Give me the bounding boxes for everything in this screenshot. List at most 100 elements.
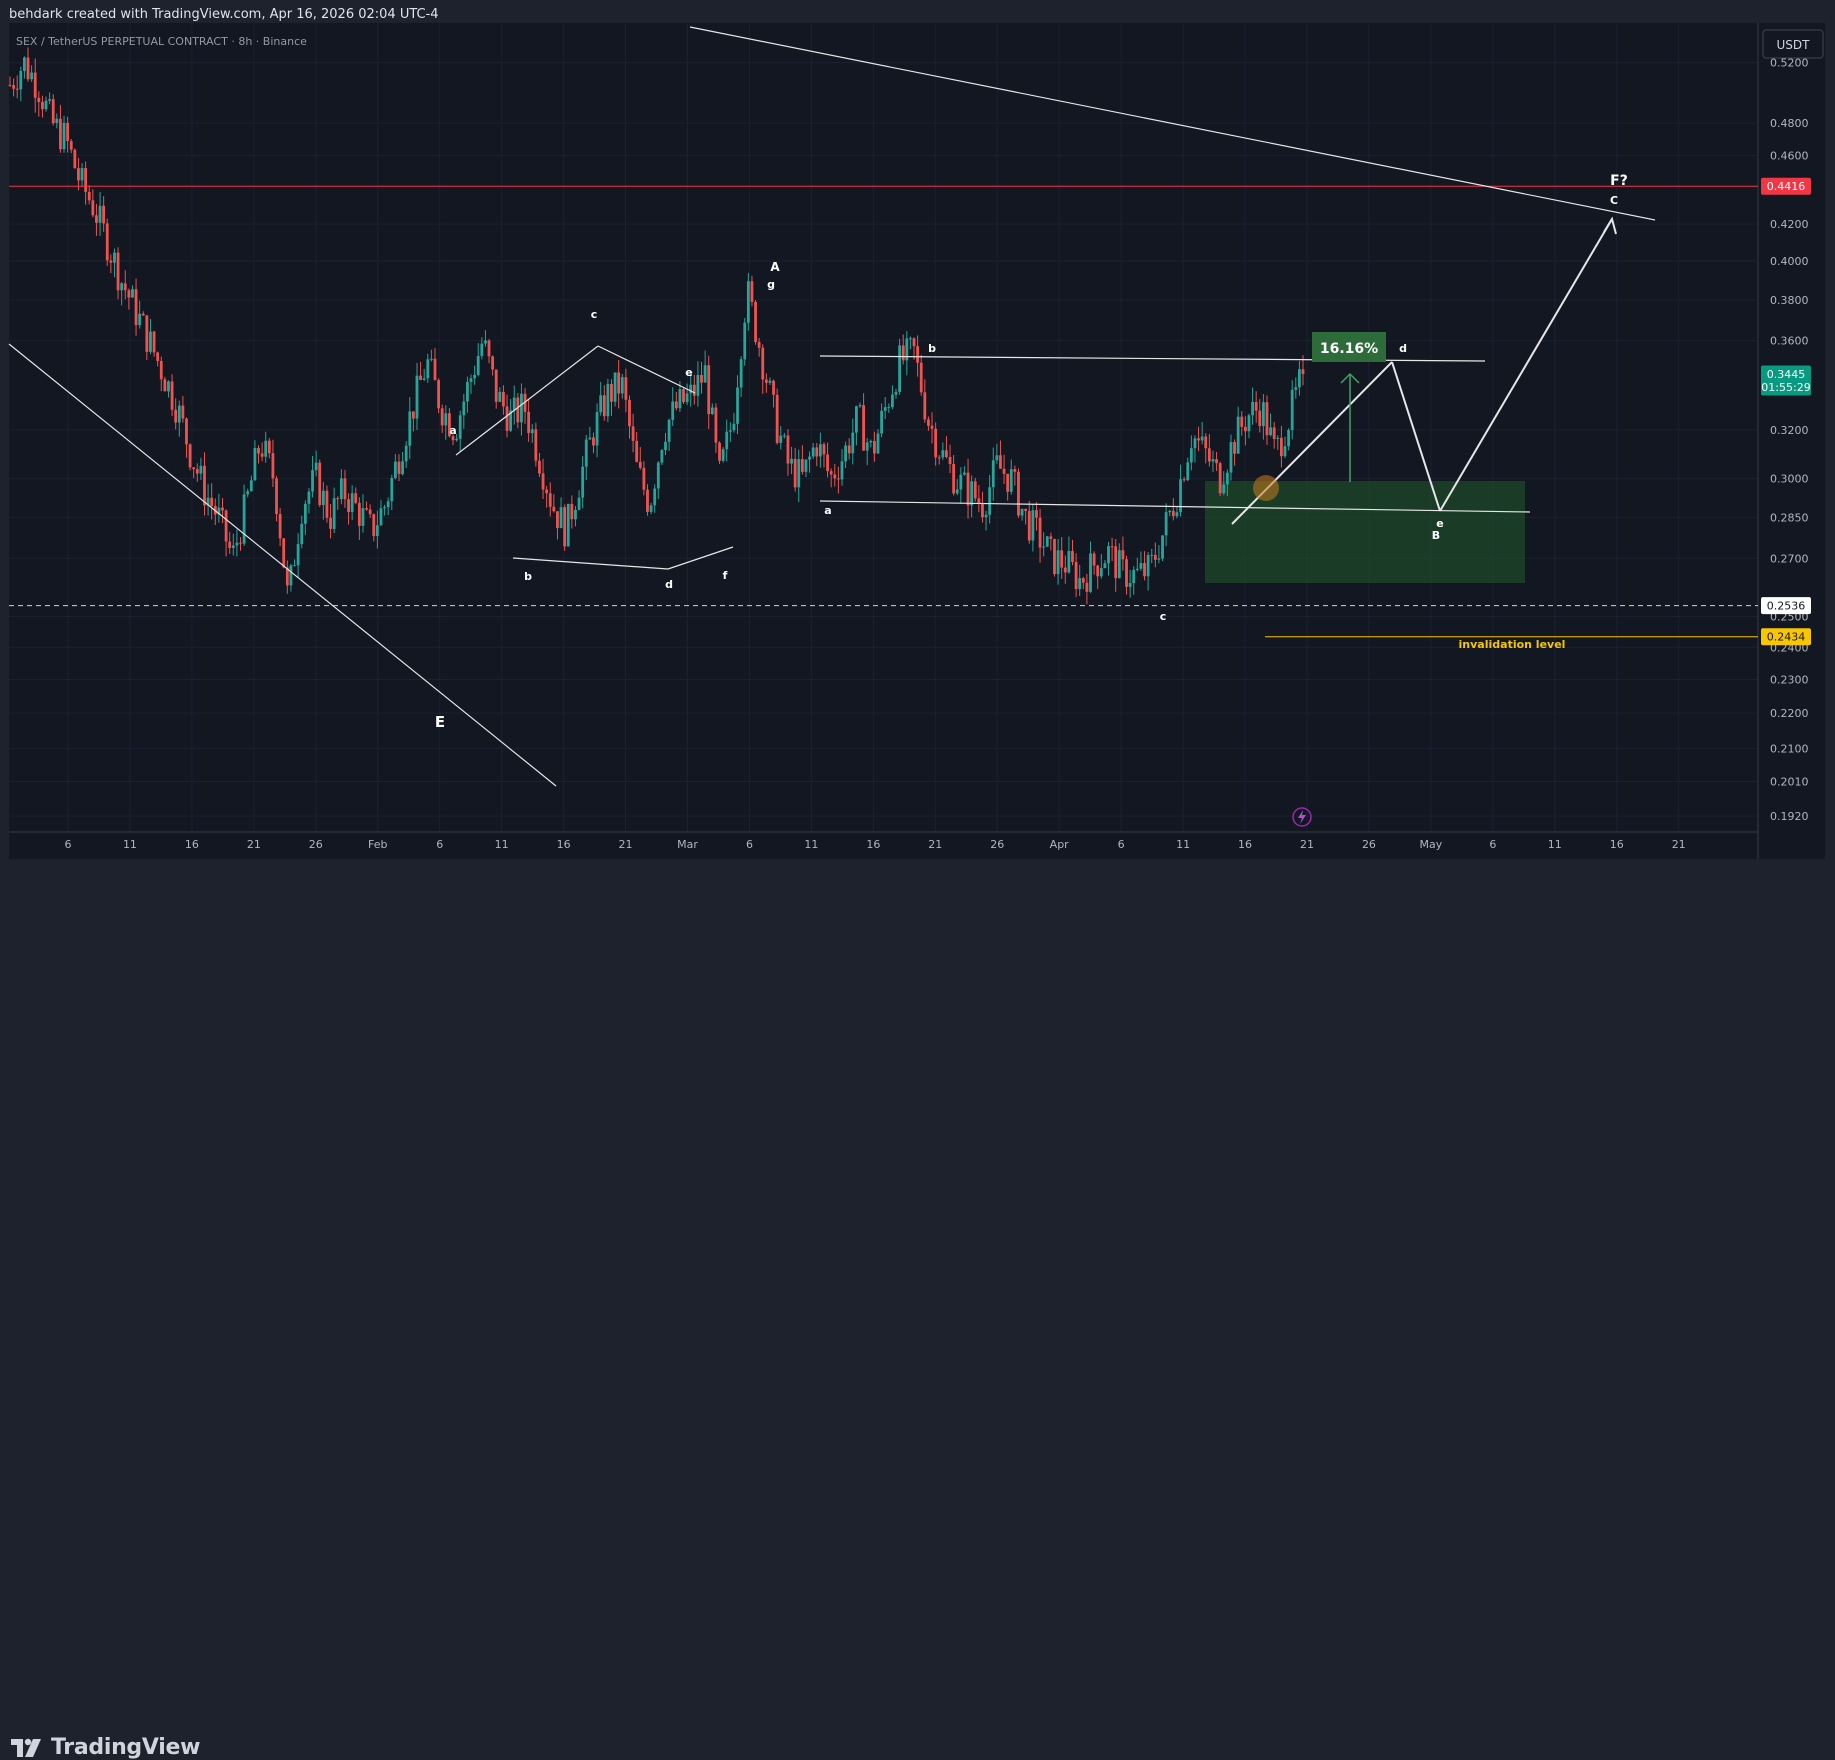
candle-body — [786, 435, 790, 464]
candle-body — [790, 458, 793, 464]
candle-body — [937, 457, 941, 459]
candle-body — [1164, 512, 1168, 536]
candle-body — [1222, 484, 1226, 494]
candle-body — [527, 411, 531, 434]
price-chart[interactable]: 16.16%EabcdefAgbacdeBF?Cinvalidation lev… — [0, 0, 1835, 918]
candle-body — [552, 506, 556, 512]
candle-body — [545, 489, 549, 494]
candle-body — [1078, 578, 1082, 589]
candle-body — [854, 406, 858, 433]
candle-body — [397, 461, 401, 475]
wave-label: b — [524, 570, 532, 583]
currency-button-label[interactable]: USDT — [1777, 38, 1811, 52]
price-tag-value: 0.4416 — [1767, 180, 1806, 193]
candle-body — [516, 397, 520, 423]
candle-body — [664, 441, 667, 451]
currency-button[interactable]: USDT — [1762, 29, 1824, 59]
candle-body — [1063, 567, 1067, 573]
candle-body — [185, 418, 188, 445]
candle-body — [1233, 442, 1236, 454]
candle-body — [656, 462, 660, 489]
candle-body — [1218, 463, 1222, 494]
candle-body — [408, 411, 412, 446]
footer: TradingView — [0, 859, 1835, 1760]
candle-body — [444, 413, 448, 426]
candle-body — [898, 345, 902, 393]
candle-body — [1020, 508, 1024, 516]
candle-body — [1153, 554, 1157, 560]
candle-body — [458, 415, 462, 439]
candle-body — [1121, 550, 1125, 560]
x-tick-label: 11 — [123, 838, 137, 851]
candle-body — [123, 283, 127, 291]
candle-body — [678, 389, 682, 409]
x-tick-label: 6 — [1489, 838, 1496, 851]
candle-body — [1182, 479, 1186, 481]
candle-body — [131, 289, 134, 298]
candle-body — [707, 365, 711, 415]
candle-body — [959, 474, 963, 490]
tradingview-logo[interactable]: TradingView — [11, 1735, 200, 1760]
price-tag: 0.2536 — [1761, 597, 1811, 615]
candle-body — [221, 507, 224, 511]
candle-body — [930, 425, 934, 429]
x-tick-label: 6 — [746, 838, 753, 851]
candle-body — [8, 84, 12, 86]
candle-body — [548, 493, 552, 507]
candle-body — [981, 502, 984, 518]
buy-zone-box[interactable] — [1205, 481, 1525, 583]
y-tick-label: 0.2700 — [1770, 552, 1809, 565]
candle-body — [757, 342, 761, 348]
price-tag: 0.344501:55:29 — [1761, 365, 1811, 396]
candle-body — [880, 410, 884, 434]
y-tick-label: 0.2300 — [1770, 674, 1809, 687]
candle-body — [361, 508, 365, 526]
candle-body — [300, 523, 304, 545]
candle-body — [635, 440, 639, 462]
candle-body — [473, 374, 477, 379]
candle-body — [646, 489, 649, 512]
candle-body — [77, 168, 80, 181]
candle-body — [149, 331, 152, 352]
candle-body — [736, 387, 739, 424]
candle-body — [1103, 563, 1107, 569]
candle-body — [59, 118, 62, 150]
candle-body — [419, 375, 422, 380]
candle-body — [62, 122, 66, 150]
candle-body — [1301, 369, 1305, 375]
candle-body — [1251, 401, 1254, 416]
candle-body — [559, 507, 563, 529]
price-tag-value: 0.2536 — [1767, 600, 1806, 613]
price-tag-countdown: 01:55:29 — [1761, 381, 1810, 394]
candle-body — [235, 542, 239, 546]
candle-body — [1135, 568, 1139, 570]
candle-body — [37, 97, 41, 102]
candle-body — [588, 437, 592, 440]
candle-body — [325, 490, 329, 518]
candle-body — [1297, 369, 1301, 388]
candle-body — [934, 428, 938, 458]
candle-body — [55, 118, 59, 124]
chart-background — [9, 23, 1825, 859]
x-tick-label: 21 — [1300, 838, 1314, 851]
candle-body — [257, 447, 260, 454]
candle-body — [1067, 550, 1071, 573]
candle-body — [710, 407, 714, 415]
candle-body — [466, 381, 469, 402]
candle-body — [494, 369, 498, 402]
candle-body — [19, 70, 23, 90]
candle-body — [570, 503, 574, 520]
candle-body — [660, 450, 664, 463]
candle-body — [912, 338, 916, 347]
candle-body — [1143, 563, 1146, 577]
price-tag-value: 0.3445 — [1767, 368, 1806, 381]
candle-body — [865, 442, 869, 451]
x-tick-label: 11 — [495, 838, 509, 851]
candle-body — [829, 471, 833, 475]
candle-body — [264, 440, 268, 457]
candle-body — [1211, 459, 1215, 462]
candle-body — [1193, 438, 1197, 449]
candle-body — [671, 401, 675, 420]
candle-body — [822, 444, 826, 455]
wave-label: d — [1399, 342, 1407, 355]
